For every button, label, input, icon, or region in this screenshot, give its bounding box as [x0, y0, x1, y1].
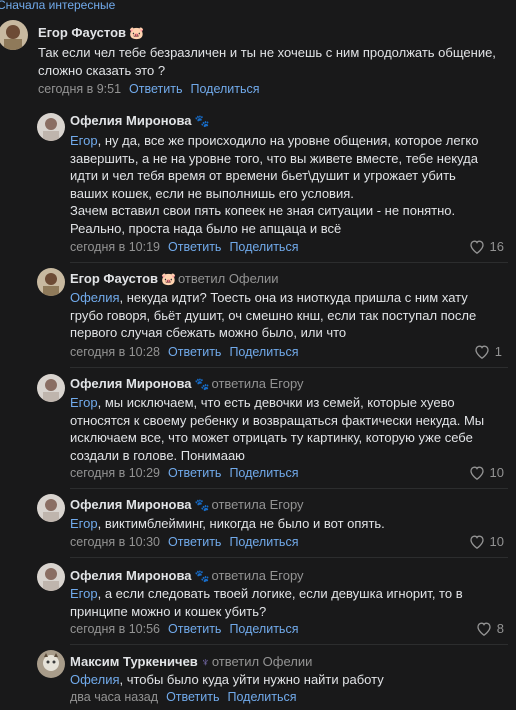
comment-time[interactable]: сегодня в 9:51 — [38, 82, 121, 96]
comment-time[interactable]: сегодня в 10:30 — [70, 535, 160, 549]
mention-link[interactable]: Егор — [70, 395, 98, 410]
comment-text: Егор, мы исключаем, что есть девочки из … — [70, 395, 485, 463]
comment-text: Егор, виктимблейминг, никогда не было и … — [70, 516, 385, 531]
comment-text: Офелия, некуда идти? Тоесть она из ниотк… — [70, 290, 477, 340]
mention-link[interactable]: Егор — [70, 133, 98, 148]
share-button[interactable]: Поделиться — [229, 466, 298, 480]
share-button[interactable]: Поделиться — [229, 535, 298, 549]
reply-to-label[interactable]: ответил Офелии — [178, 271, 279, 286]
like-button[interactable]: 16 — [469, 239, 504, 254]
reply-button[interactable]: Ответить — [168, 345, 221, 359]
author-badge-icon: 🐾 — [194, 377, 210, 391]
reply-button[interactable]: Ответить — [168, 622, 221, 636]
reply-to-label[interactable]: ответила Егору — [212, 568, 304, 583]
like-count: 10 — [489, 534, 504, 549]
comment-text: Так если чел тебе безразличен и ты не хо… — [38, 45, 496, 78]
share-button[interactable]: Поделиться — [229, 240, 298, 254]
mention-link[interactable]: Офелия — [70, 672, 120, 687]
share-button[interactable]: Поделиться — [229, 622, 298, 636]
like-count: 16 — [489, 239, 504, 254]
author-badge-icon: 🐷 — [129, 26, 144, 40]
author-badge-icon: 🐷 — [161, 272, 176, 286]
divider — [70, 262, 508, 263]
reply-to-label[interactable]: ответила Егору — [212, 376, 304, 391]
mention-link[interactable]: Егор — [70, 586, 98, 601]
like-button[interactable]: 8 — [476, 621, 504, 636]
divider — [70, 644, 508, 645]
avatar[interactable] — [37, 374, 65, 402]
like-count: 10 — [489, 465, 504, 480]
heart-icon — [469, 466, 484, 480]
comment-text: Егор, а если следовать твоей логике, есл… — [70, 586, 463, 619]
comment-time[interactable]: сегодня в 10:56 — [70, 622, 160, 636]
reply-button[interactable]: Ответить — [168, 466, 221, 480]
comment-author[interactable]: Егор Фаустов 🐷 ответил Офелии — [70, 271, 279, 286]
comment-time[interactable]: два часа назад — [70, 690, 158, 704]
mention-link[interactable]: Егор — [70, 516, 98, 531]
like-count: 1 — [494, 344, 502, 359]
reply-button[interactable]: Ответить — [168, 535, 221, 549]
avatar[interactable] — [37, 563, 65, 591]
avatar[interactable] — [37, 268, 65, 296]
comment-meta: сегодня в 10:19 Ответить Поделиться — [70, 240, 298, 254]
comment-author[interactable]: Офелия Миронова 🐾 — [70, 113, 210, 128]
comment-text: Егор, ну да, все же происходило на уровн… — [70, 133, 479, 236]
sort-order-link[interactable]: Сначала интересные — [0, 0, 115, 11]
divider — [70, 367, 508, 368]
heart-icon — [477, 622, 491, 636]
heart-icon — [469, 240, 484, 254]
avatar[interactable] — [37, 494, 65, 522]
author-badge-icon: 🐾 — [194, 569, 210, 583]
avatar[interactable] — [37, 650, 65, 678]
heart-icon — [469, 535, 484, 549]
avatar[interactable] — [37, 113, 65, 141]
divider — [70, 557, 508, 558]
comment-meta: сегодня в 9:51 Ответить Поделиться — [38, 82, 260, 96]
reply-to-label[interactable]: ответил Офелии — [212, 654, 313, 669]
like-button[interactable]: 10 — [469, 534, 504, 549]
reply-to-label[interactable]: ответила Егору — [212, 497, 304, 512]
comment-meta: сегодня в 10:30 Ответить Поделиться — [70, 535, 298, 549]
comment-text: Офелия, чтобы было куда уйти нужно найти… — [70, 672, 384, 687]
comment-author[interactable]: Егор Фаустов 🐷 — [38, 25, 144, 40]
like-button[interactable]: 1 — [474, 344, 502, 359]
share-button[interactable]: Поделиться — [228, 690, 297, 704]
comment-author[interactable]: Офелия Миронова 🐾 ответила Егору — [70, 497, 304, 512]
comment-author[interactable]: Максим Туркеничев ♆ ответил Офелии — [70, 654, 312, 669]
share-button[interactable]: Поделиться — [229, 345, 298, 359]
avatar[interactable] — [0, 20, 28, 50]
reply-button[interactable]: Ответить — [166, 690, 219, 704]
author-badge-icon: 🐾 — [194, 498, 210, 512]
comment-time[interactable]: сегодня в 10:28 — [70, 345, 160, 359]
comment-meta: два часа назад Ответить Поделиться — [70, 690, 297, 704]
comment-meta: сегодня в 10:28 Ответить Поделиться — [70, 345, 298, 359]
mention-link[interactable]: Офелия — [70, 290, 120, 305]
comment-author[interactable]: Офелия Миронова 🐾 ответила Егору — [70, 376, 304, 391]
divider — [70, 488, 508, 489]
heart-icon — [475, 345, 489, 359]
comment-meta: сегодня в 10:56 Ответить Поделиться — [70, 622, 298, 636]
author-badge-icon: 🐾 — [194, 114, 210, 128]
comment-meta: сегодня в 10:29 Ответить Поделиться — [70, 466, 298, 480]
like-count: 8 — [496, 621, 504, 636]
share-button[interactable]: Поделиться — [190, 82, 259, 96]
reply-button[interactable]: Ответить — [168, 240, 221, 254]
comment-time[interactable]: сегодня в 10:29 — [70, 466, 160, 480]
comment-author[interactable]: Офелия Миронова 🐾 ответила Егору — [70, 568, 304, 583]
comment-time[interactable]: сегодня в 10:19 — [70, 240, 160, 254]
reply-button[interactable]: Ответить — [129, 82, 182, 96]
like-button[interactable]: 10 — [469, 465, 504, 480]
author-badge-icon: ♆ — [200, 655, 210, 669]
